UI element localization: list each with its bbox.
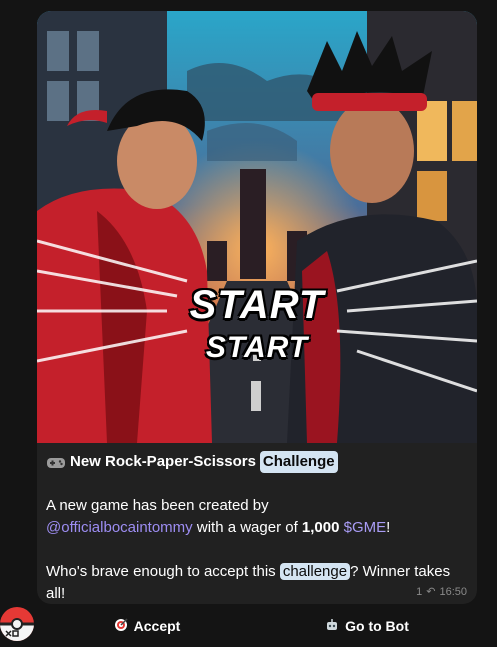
message-time: 16:50 [439,585,467,598]
accept-label: Accept [133,618,181,634]
question-highlight: challenge [279,563,351,580]
token-cashtag[interactable]: $GME [344,519,387,536]
message-title: New Rock-Paper-Scissors Challenge [46,451,467,473]
reply-arrow-icon: ↶ [426,586,436,598]
message-meta: 1 ↶ 16:50 [416,585,467,599]
start-text-large: START [189,283,325,327]
question-prefix: Who's brave enough to accept this [46,563,280,580]
target-icon [114,617,128,635]
start-text-small: START [205,331,309,364]
robot-icon [325,618,339,635]
bot-avatar[interactable] [0,607,34,641]
intro-line: A new game has been created by [46,497,269,514]
wager-text: with a wager of [192,519,302,536]
wager-amount: 1,000 [301,519,340,536]
intro-paragraph: A new game has been created by @official… [46,495,467,539]
accept-button[interactable]: Accept [37,608,257,644]
message-bubble: START START New Rock-Paper-Scissors Chal… [37,11,477,604]
question-paragraph: Who's brave enough to accept this challe… [46,561,467,604]
title-highlight: Challenge [259,451,338,473]
message-image[interactable]: START START [37,11,477,443]
go-to-bot-label: Go to Bot [345,618,409,634]
anime-duel-illustration [37,11,477,443]
gamepad-icon [46,455,66,469]
go-to-bot-button[interactable]: Go to Bot [257,608,477,644]
creator-mention[interactable]: @officialbocaintommy [46,519,193,536]
message-text: New Rock-Paper-Scissors Challenge A new … [37,443,477,604]
reply-count: 1 [416,585,423,598]
exclamation: ! [386,519,391,536]
title-prefix: New Rock-Paper-Scissors [70,453,256,470]
inline-keyboard: Accept Go to Bot [37,608,477,644]
